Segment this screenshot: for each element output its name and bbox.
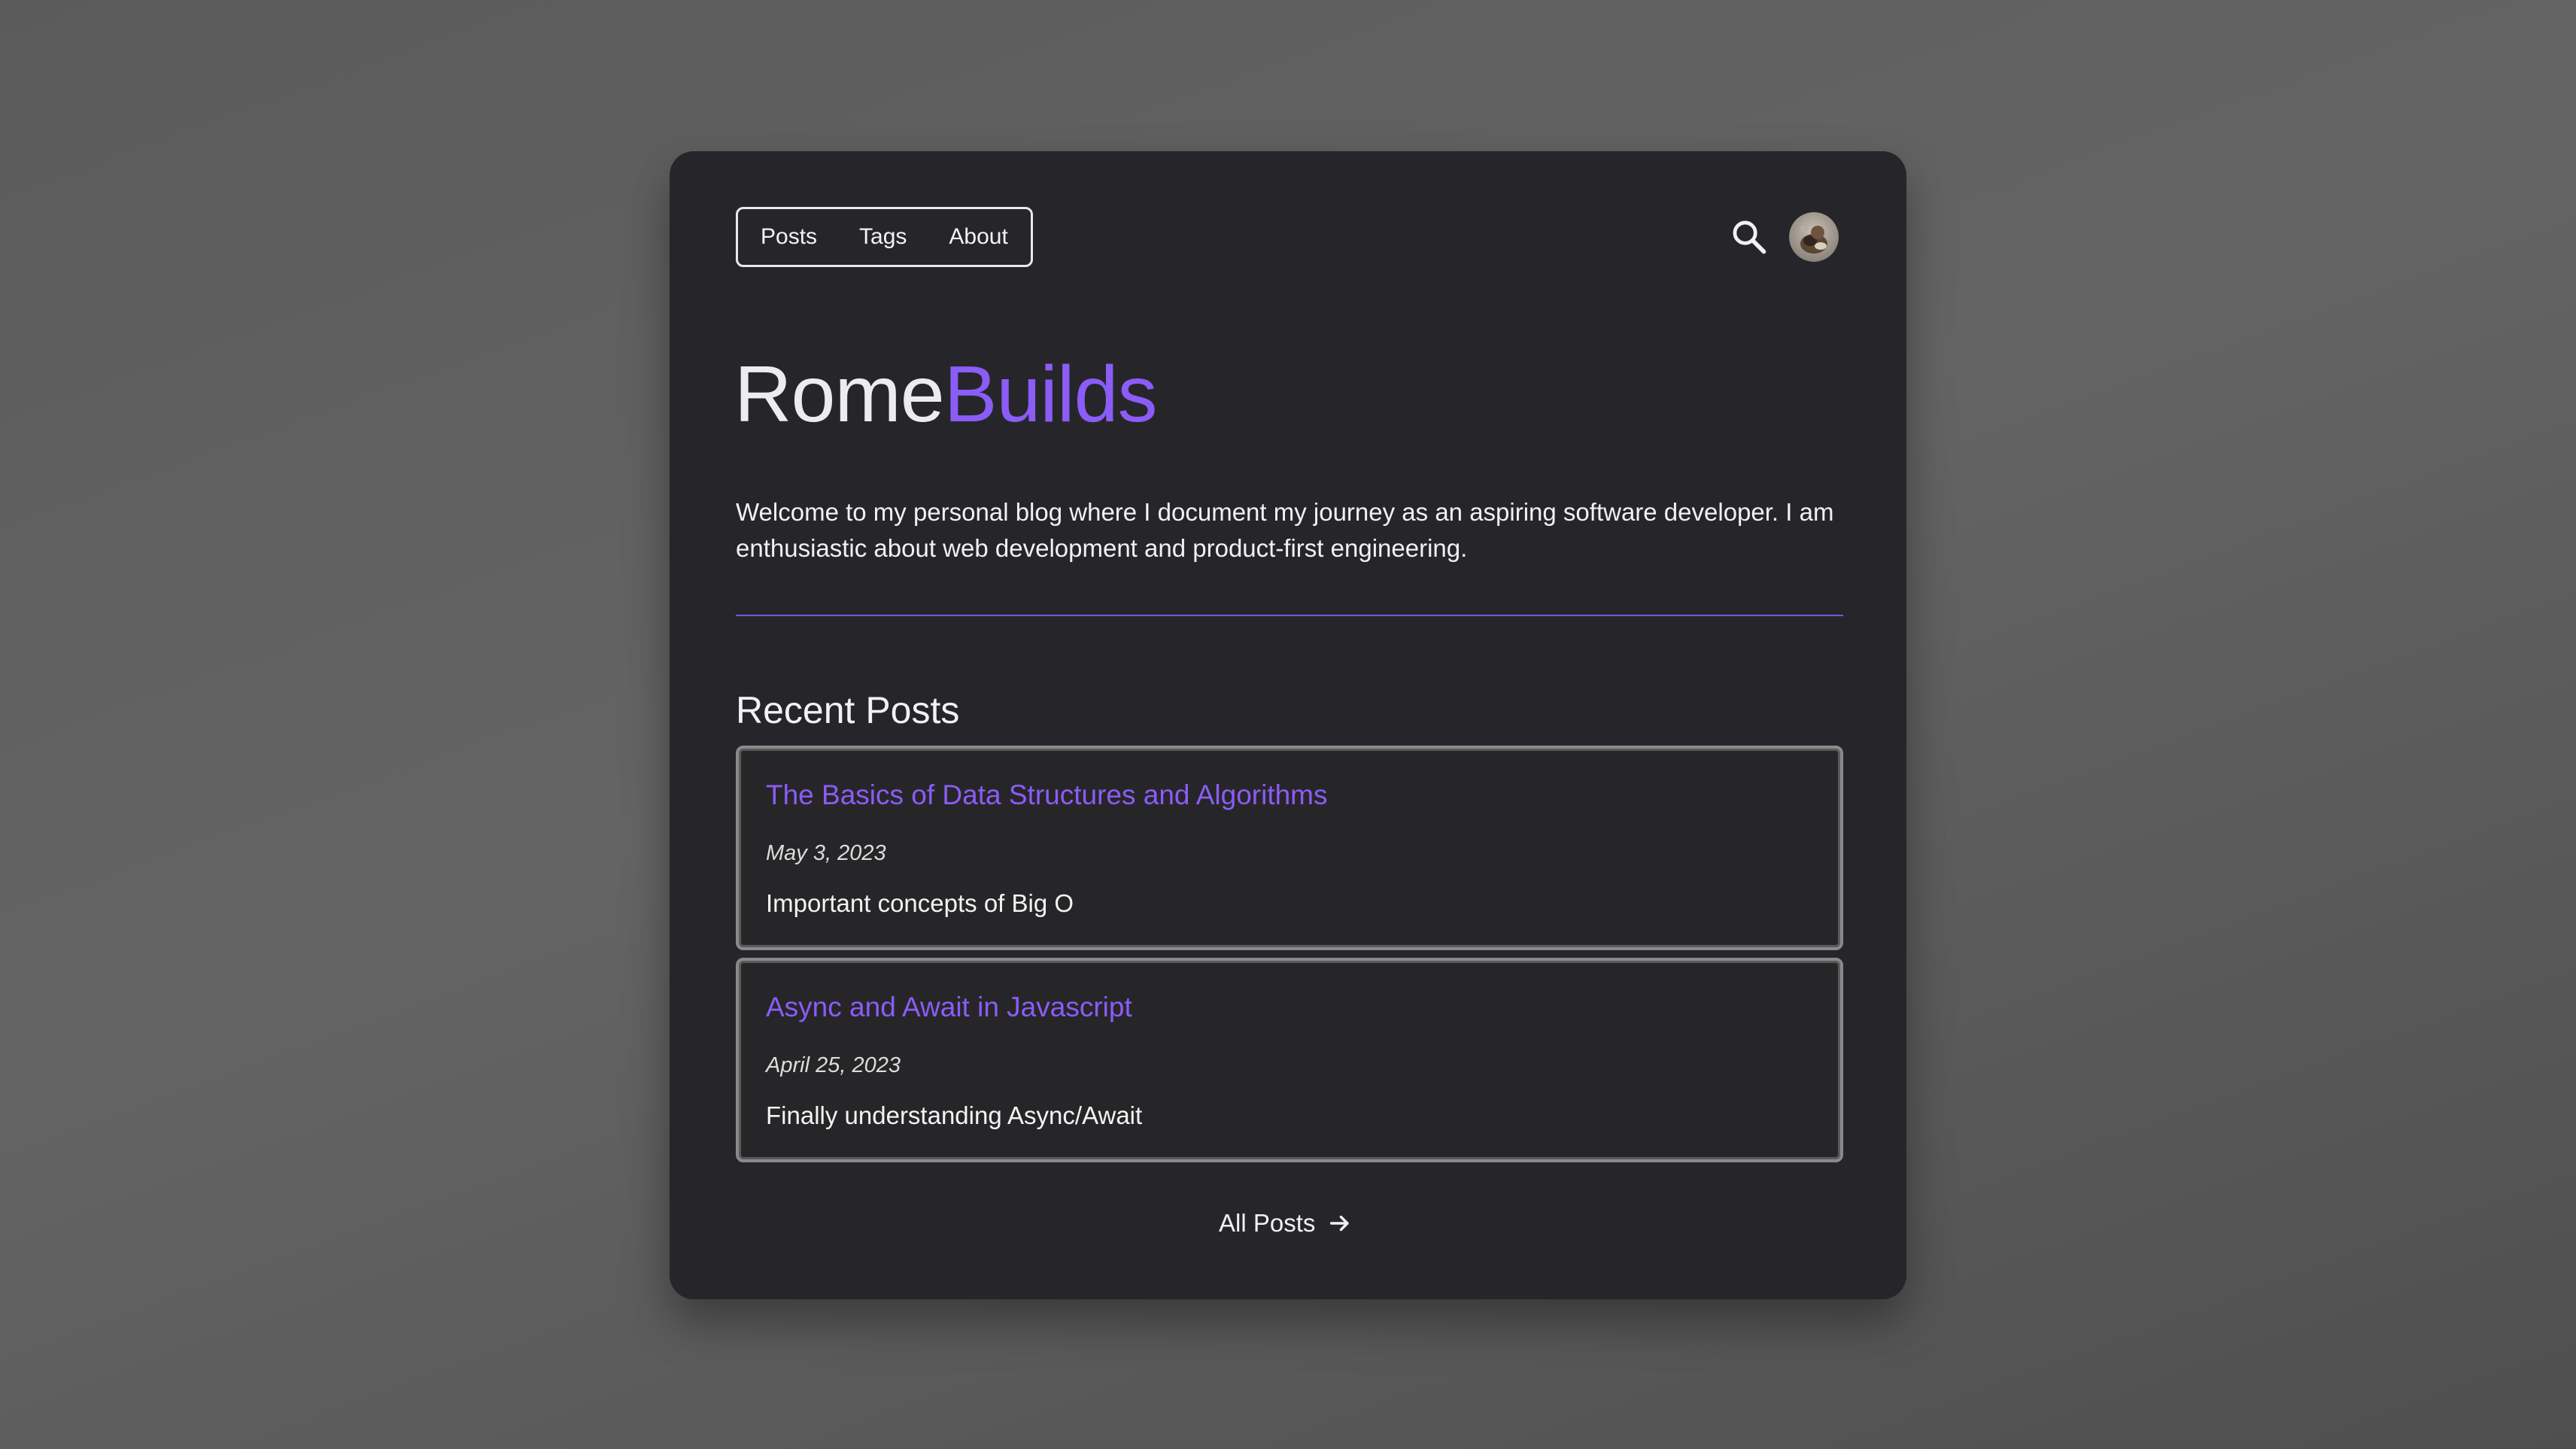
post-date: May 3, 2023 <box>766 841 886 865</box>
site-title-first: Rome <box>734 350 945 439</box>
post-description: Important concepts of Big O <box>766 889 1074 917</box>
user-avatar[interactable] <box>1789 212 1839 262</box>
post-card[interactable]: The Basics of Data Structures and Algori… <box>736 746 1843 950</box>
site-title-second: Builds <box>943 350 1158 439</box>
post-description: Finally understanding Async/Await <box>766 1101 1143 1129</box>
all-posts-label: All Posts <box>1219 1209 1316 1237</box>
main-nav: Posts Tags About <box>736 207 1033 267</box>
site-title: RomeBuilds <box>734 354 1157 434</box>
nav-posts-link[interactable]: Posts <box>761 224 817 250</box>
recent-posts-heading: Recent Posts <box>736 689 960 731</box>
avatar-image <box>1789 212 1839 262</box>
intro-text: Welcome to my personal blog where I docu… <box>736 498 1834 562</box>
nav-about-link[interactable]: About <box>949 224 1007 250</box>
search-button[interactable] <box>1729 217 1769 257</box>
post-date: April 25, 2023 <box>766 1053 901 1077</box>
header-actions <box>1729 207 1839 267</box>
post-title-link[interactable]: The Basics of Data Structures and Algori… <box>766 779 1328 812</box>
search-icon <box>1733 220 1766 254</box>
post-card[interactable]: Async and Await in Javascript April 25, … <box>736 958 1843 1162</box>
blog-card: Posts Tags About RomeBuilds Welcome to m… <box>670 151 1906 1299</box>
nav-tags-link[interactable]: Tags <box>859 224 907 250</box>
post-title-link[interactable]: Async and Await in Javascript <box>766 991 1132 1024</box>
all-posts-link[interactable]: All Posts <box>1219 1209 1353 1238</box>
arrow-right-icon <box>1330 1215 1349 1232</box>
section-divider <box>736 615 1843 616</box>
